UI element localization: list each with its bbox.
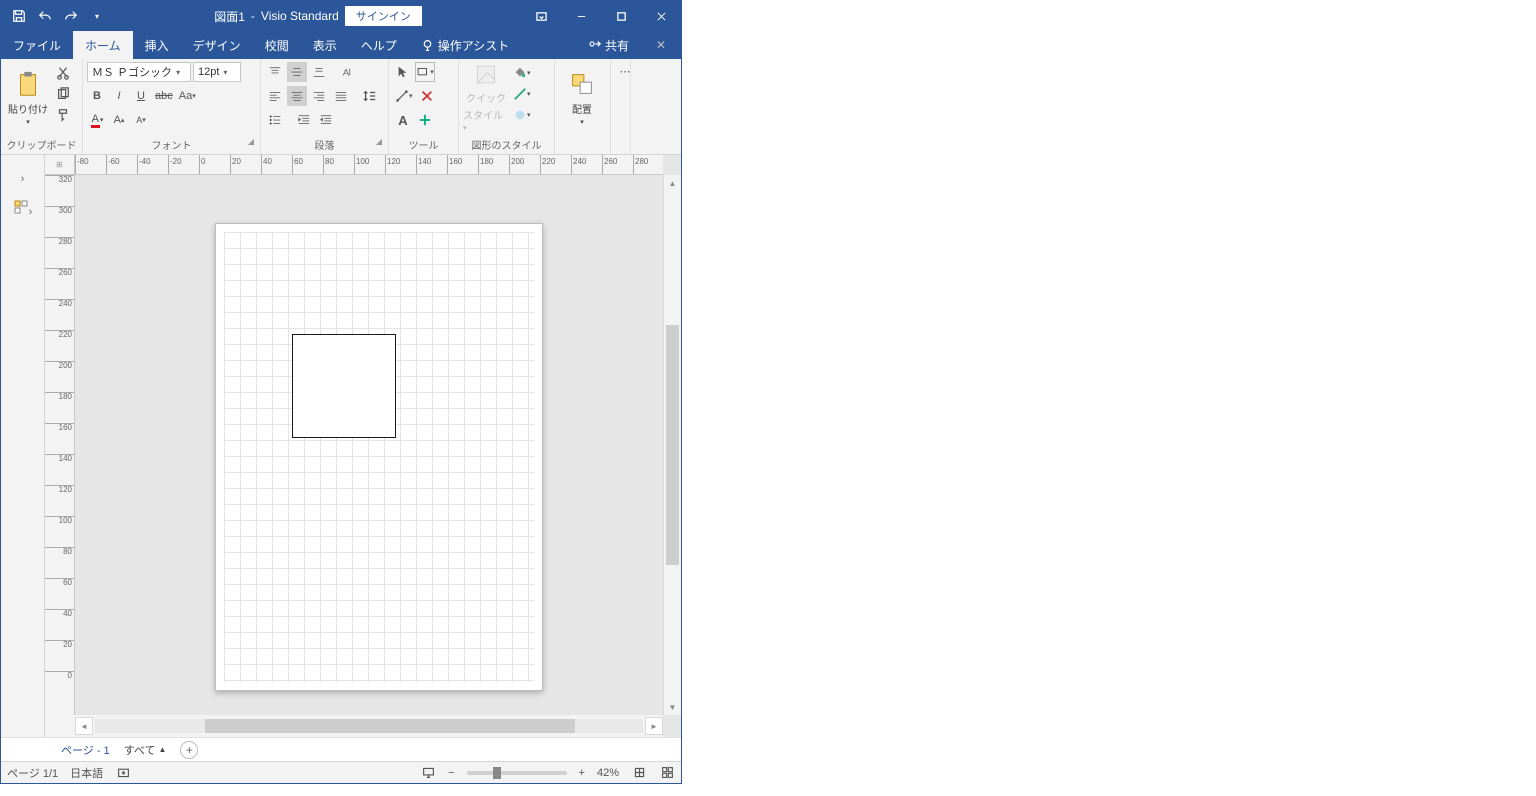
arrange-button[interactable]: 配置 ▾ <box>559 61 605 133</box>
group-label-paragraph: 段落 <box>315 141 335 152</box>
format-painter-button[interactable] <box>53 105 73 125</box>
maximize-button[interactable] <box>601 1 641 31</box>
copy-button[interactable] <box>53 84 73 104</box>
add-page-button[interactable]: + <box>180 741 198 759</box>
page-tab-1[interactable]: ページ - 1 <box>61 742 110 758</box>
svg-text:A: A <box>343 68 350 79</box>
more-button[interactable]: ⋯ <box>615 61 631 81</box>
macro-record-icon[interactable] <box>115 765 131 781</box>
ruler-corner: ⊞ <box>45 155 75 175</box>
ribbon-display-options-button[interactable] <box>521 1 561 31</box>
align-center-button[interactable] <box>287 86 307 106</box>
status-bar: ページ 1/1 日本語 − + 42% <box>1 761 681 783</box>
group-label-font: フォント <box>152 141 192 152</box>
tab-design[interactable]: デザイン <box>181 31 253 59</box>
bullets-button[interactable] <box>265 110 285 130</box>
signin-button[interactable]: サインイン <box>345 6 422 26</box>
drawing-page[interactable] <box>215 223 543 691</box>
horizontal-ruler: -80-60-40-200204060801001201401601802002… <box>75 155 663 175</box>
delete-button[interactable] <box>417 86 437 106</box>
tab-view[interactable]: 表示 <box>301 31 349 59</box>
app-name: Visio Standard <box>261 9 339 23</box>
group-label-clipboard: クリップボード <box>7 141 77 152</box>
align-bottom-button[interactable] <box>309 62 329 82</box>
zoom-in-button[interactable]: + <box>579 767 585 779</box>
italic-button[interactable]: I <box>109 86 129 106</box>
group-label-tools: ツール <box>409 141 439 152</box>
align-left-button[interactable] <box>265 86 285 106</box>
connection-point-tool-button[interactable] <box>415 110 435 130</box>
share-button[interactable]: 共有 <box>576 31 641 59</box>
align-top-button[interactable] <box>265 62 285 82</box>
redo-button[interactable] <box>59 4 83 28</box>
page-tabs-bar: ページ - 1 すべて▲ + <box>1 737 681 761</box>
line-spacing-button[interactable] <box>360 86 380 106</box>
connector-tool-button[interactable]: ▾ <box>393 86 415 106</box>
drawing-area: › › ⊞ -80-60-40-200204060801001201401601… <box>1 155 681 737</box>
page-number-status[interactable]: ページ 1/1 <box>7 765 58 781</box>
fill-button[interactable]: ▾ <box>511 63 533 83</box>
qat-customize-icon[interactable]: ▾ <box>85 4 109 28</box>
tab-help[interactable]: ヘルプ <box>349 31 409 59</box>
line-button[interactable]: ▾ <box>511 84 533 104</box>
pointer-tool-button[interactable] <box>393 62 413 82</box>
ribbon: 貼り付け ▾ クリップボード ＭＳ Ｐゴシック▾ 12pt▾ B <box>1 59 681 155</box>
quick-styles-button[interactable]: クイック スタイル ▾ <box>463 61 509 133</box>
rectangle-shape[interactable] <box>292 334 396 438</box>
scroll-right-button[interactable]: ► <box>645 717 663 735</box>
decrease-indent-button[interactable] <box>294 110 314 130</box>
save-button[interactable] <box>7 4 31 28</box>
language-status[interactable]: 日本語 <box>70 765 103 781</box>
group-label-shapestyles: 図形のスタイル <box>472 141 542 152</box>
decrease-font-button[interactable]: A▾ <box>131 110 151 130</box>
zoom-level[interactable]: 42% <box>597 767 619 779</box>
font-size-combo[interactable]: 12pt▾ <box>193 62 241 82</box>
tab-file[interactable]: ファイル <box>1 31 73 59</box>
close-button[interactable] <box>641 1 681 31</box>
tell-me[interactable]: 操作アシスト <box>409 31 522 59</box>
align-middle-button[interactable] <box>287 62 307 82</box>
presentation-mode-icon[interactable] <box>420 765 436 781</box>
text-direction-button[interactable]: A <box>338 62 358 82</box>
effects-button[interactable]: ▾ <box>511 105 533 125</box>
title-bar: ▾ 図面1 - Visio Standard サインイン <box>1 1 681 31</box>
minimize-button[interactable] <box>561 1 601 31</box>
align-right-button[interactable] <box>309 86 329 106</box>
font-dialog-launcher-icon[interactable]: ◢ <box>248 137 254 146</box>
paragraph-dialog-launcher-icon[interactable]: ◢ <box>376 137 382 146</box>
underline-button[interactable]: U <box>131 86 151 106</box>
tab-review[interactable]: 校閲 <box>253 31 301 59</box>
change-case-button[interactable]: Aa▾ <box>177 86 198 106</box>
increase-font-button[interactable]: A▴ <box>109 110 129 130</box>
vertical-scrollbar[interactable]: ▲ ▼ <box>663 175 681 715</box>
font-name-combo[interactable]: ＭＳ Ｐゴシック▾ <box>87 62 191 82</box>
vertical-ruler: 3203002802602402202001801601401201008060… <box>45 175 75 715</box>
stencil-icon[interactable]: › <box>13 199 33 218</box>
increase-indent-button[interactable] <box>316 110 336 130</box>
text-tool-button[interactable]: A <box>393 110 413 130</box>
tab-insert[interactable]: 挿入 <box>133 31 181 59</box>
tab-home[interactable]: ホーム <box>73 31 133 59</box>
undo-button[interactable] <box>33 4 57 28</box>
cut-button[interactable] <box>53 63 73 83</box>
bold-button[interactable]: B <box>87 86 107 106</box>
zoom-out-button[interactable]: − <box>448 767 454 779</box>
strikethrough-button[interactable]: abc <box>153 86 175 106</box>
collapse-ribbon-icon[interactable]: ✕ <box>641 31 681 59</box>
all-pages-button[interactable]: すべて▲ <box>124 742 167 758</box>
fit-page-icon[interactable] <box>631 765 647 781</box>
ribbon-tabs: ファイル ホーム 挿入 デザイン 校閲 表示 ヘルプ 操作アシスト 共有 ✕ <box>1 31 681 59</box>
font-color-button[interactable]: A▾ <box>87 110 107 130</box>
canvas[interactable] <box>75 175 663 715</box>
paste-button[interactable]: 貼り付け ▾ <box>5 61 51 133</box>
document-title: 図面1 <box>214 8 245 25</box>
horizontal-scrollbar[interactable] <box>95 719 643 733</box>
scroll-left-button[interactable]: ◄ <box>75 717 93 735</box>
zoom-slider[interactable] <box>467 771 567 775</box>
fit-width-icon[interactable] <box>659 765 675 781</box>
rectangle-tool-button[interactable]: ▾ <box>415 62 435 82</box>
shapes-pane-expand-icon[interactable]: › <box>21 173 25 185</box>
justify-button[interactable] <box>331 86 351 106</box>
